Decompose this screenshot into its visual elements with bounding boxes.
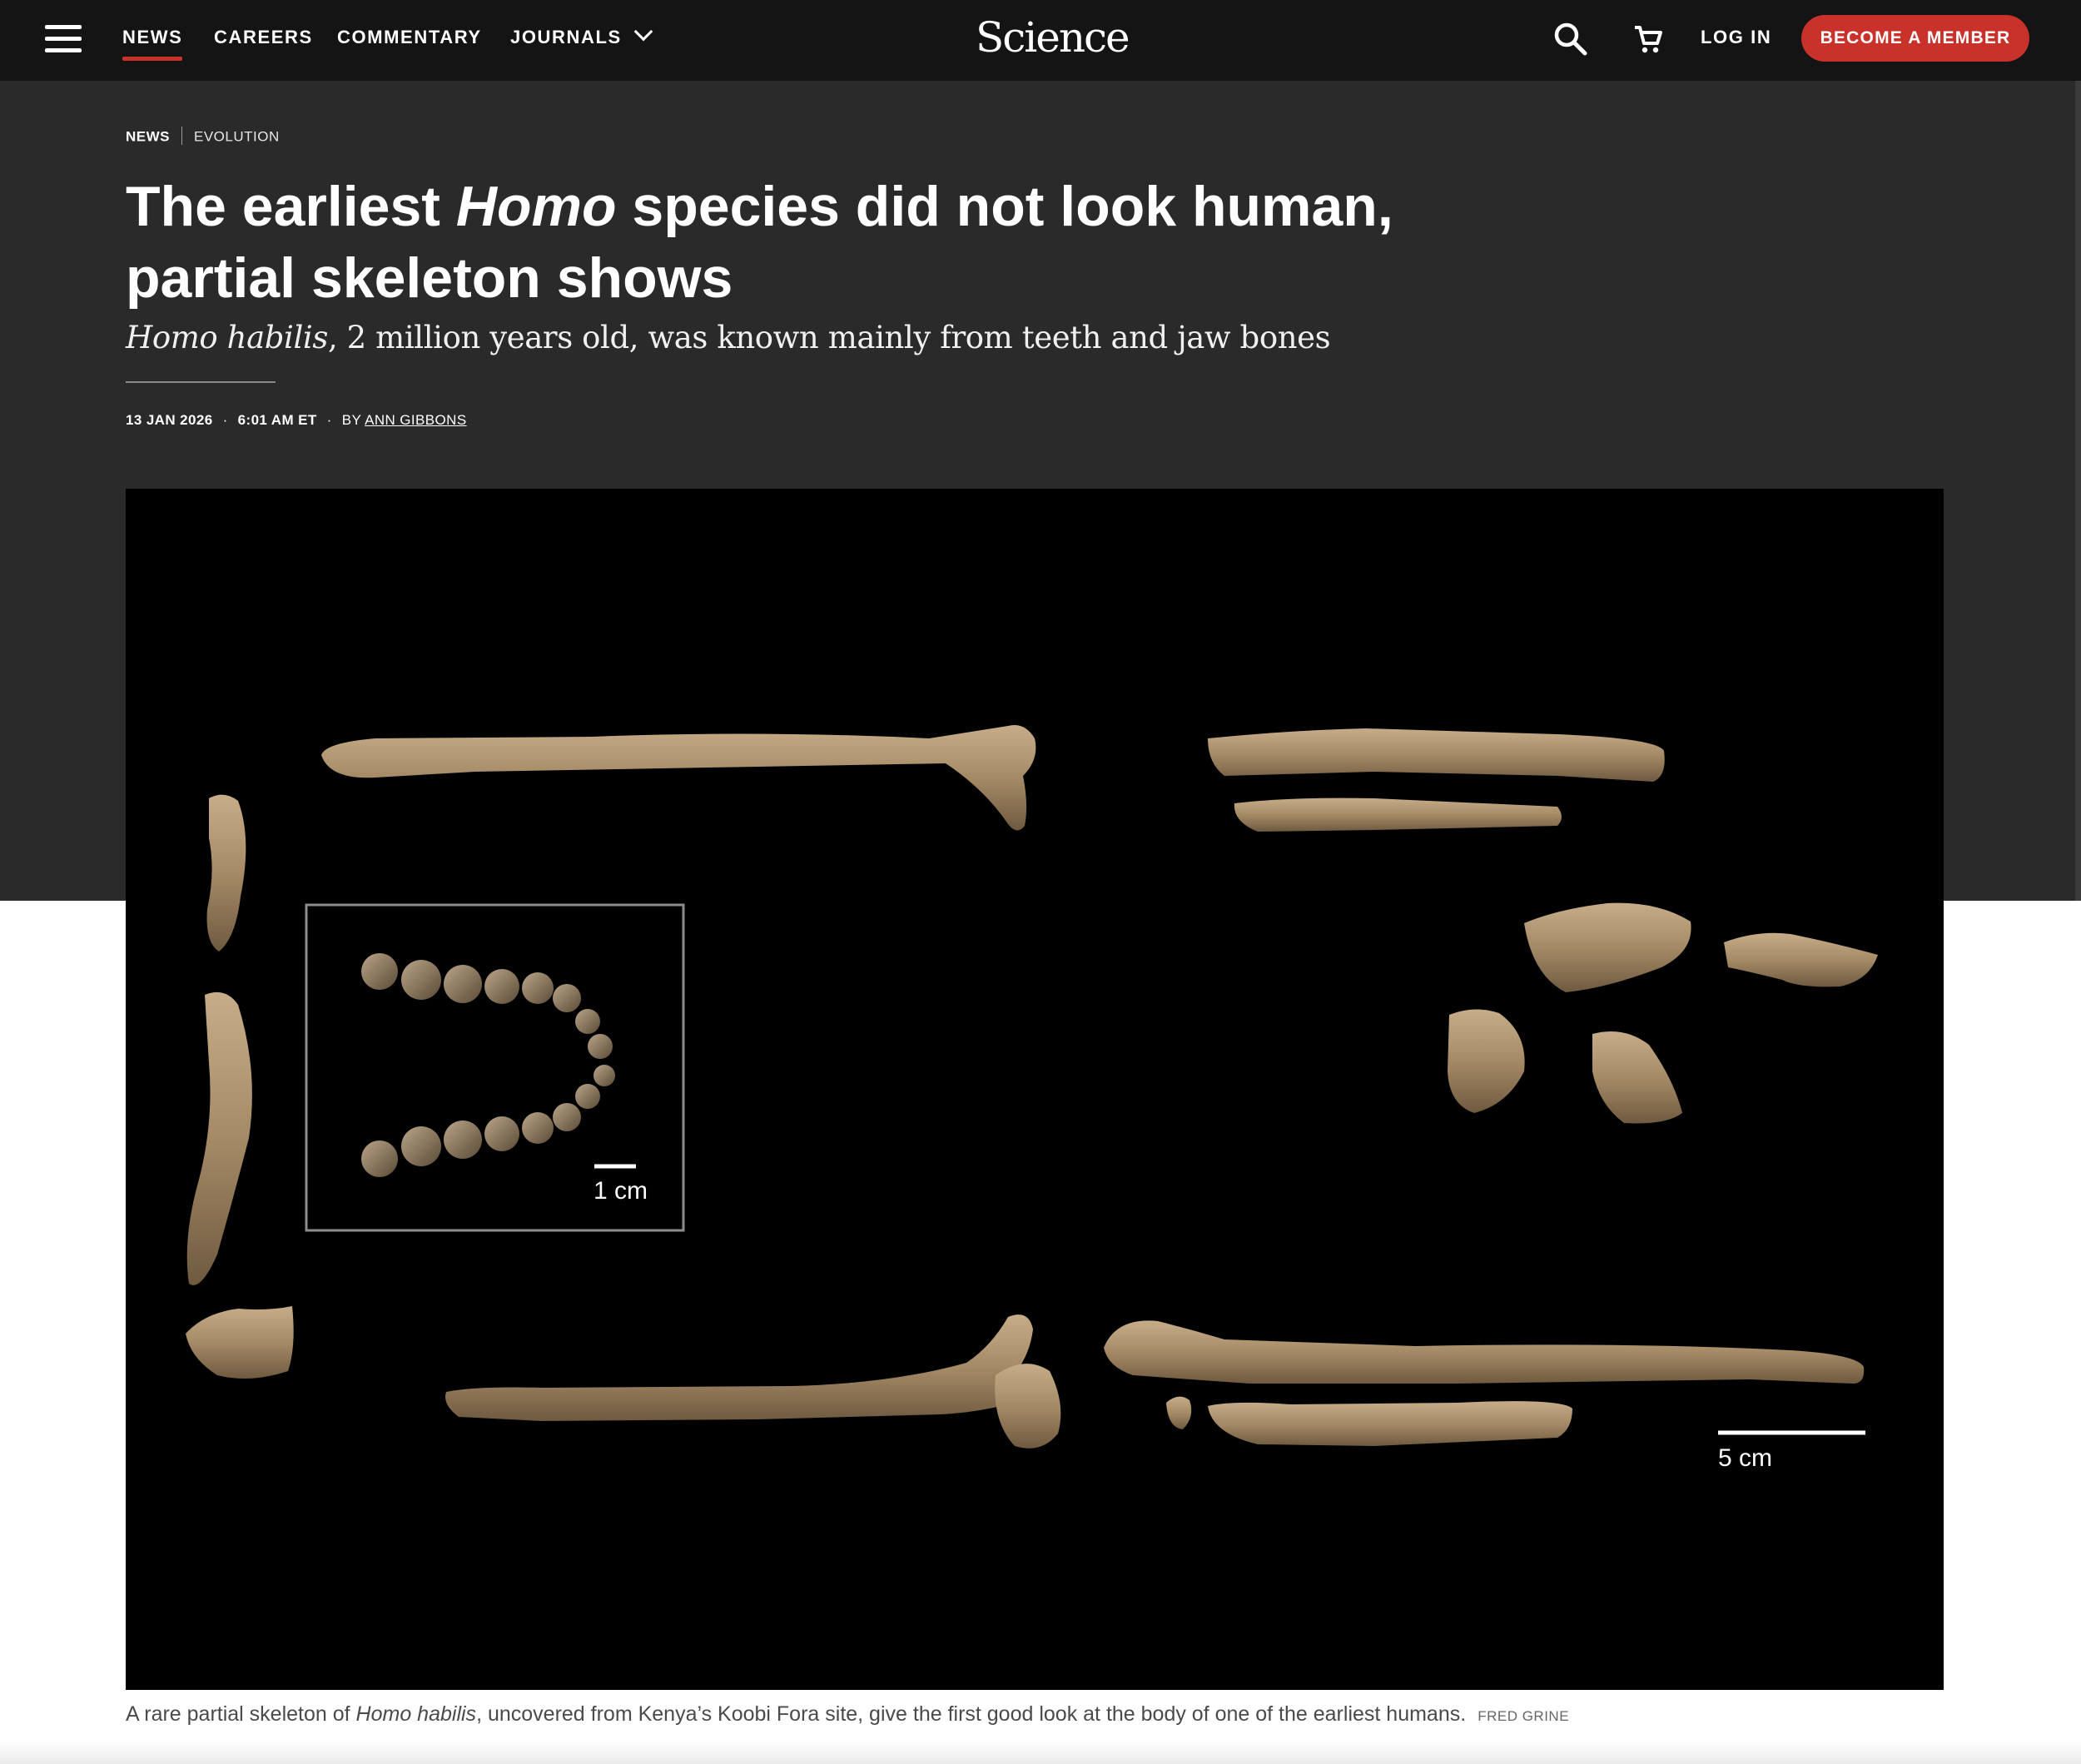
main-scale-label: 5 cm bbox=[1718, 1444, 1772, 1472]
article-image: 1 cm 5 cm bbox=[126, 489, 1944, 1690]
top-navigation: NEWS CAREERS COMMENTARY JOURNALS Science… bbox=[0, 0, 2081, 81]
divider bbox=[126, 381, 276, 383]
headline-text-1: The earliest bbox=[126, 175, 456, 238]
science-logo[interactable]: Science bbox=[976, 13, 1130, 62]
breadcrumb-news[interactable]: NEWS bbox=[126, 128, 170, 144]
dek-italic: Homo habilis bbox=[126, 320, 328, 355]
byline-prefix: BY bbox=[341, 412, 361, 428]
caption-italic: Homo habilis bbox=[355, 1702, 477, 1726]
nav-link-journals-label: JOURNALS bbox=[510, 27, 622, 47]
meta-dot: · bbox=[222, 412, 228, 428]
image-caption: A rare partial skeleton of Homo habilis,… bbox=[126, 1702, 1569, 1727]
article-dek: Homo habilis, 2 million years old, was k… bbox=[126, 320, 1331, 355]
author-link[interactable]: ANN GIBBONS bbox=[365, 412, 466, 428]
fossil-photo: 1 cm 5 cm bbox=[186, 725, 1878, 1472]
nav-link-careers[interactable]: CAREERS bbox=[214, 27, 313, 48]
nav-link-journals[interactable]: JOURNALS bbox=[510, 22, 653, 48]
menu-icon[interactable] bbox=[45, 25, 82, 53]
article-date: 13 JAN 2026 bbox=[126, 412, 213, 428]
become-member-button[interactable]: BECOME A MEMBER bbox=[1801, 15, 2029, 62]
headline-italic: Homo bbox=[455, 175, 617, 238]
nav-link-commentary[interactable]: COMMENTARY bbox=[337, 27, 482, 48]
article-time: 6:01 AM ET bbox=[237, 412, 317, 428]
page-bottom bbox=[0, 1740, 2081, 1764]
nav-link-news[interactable]: NEWS bbox=[122, 27, 183, 61]
caption-text-2: , uncovered from Kenya’s Koobi Fora site… bbox=[476, 1702, 1467, 1726]
breadcrumb: NEWS EVOLUTION bbox=[126, 127, 280, 147]
cart-icon[interactable] bbox=[1632, 23, 1664, 59]
scrollbar[interactable] bbox=[2075, 81, 2081, 901]
caption-text-1: A rare partial skeleton of bbox=[126, 1702, 356, 1726]
breadcrumb-divider bbox=[181, 127, 182, 145]
inset-scale-label: 1 cm bbox=[594, 1177, 648, 1205]
login-link[interactable]: LOG IN bbox=[1701, 27, 1771, 48]
teeth-row bbox=[361, 953, 615, 1177]
meta-dot: · bbox=[326, 412, 332, 428]
breadcrumb-evolution[interactable]: EVOLUTION bbox=[194, 128, 280, 144]
photo-credit: FRED GRINE bbox=[1478, 1708, 1570, 1724]
chevron-down-icon bbox=[633, 22, 653, 42]
search-icon[interactable] bbox=[1553, 22, 1588, 61]
article-headline: The earliest Homo species did not look h… bbox=[126, 171, 1424, 314]
article-meta: 13 JAN 2026 · 6:01 AM ET · BY ANN GIBBONS bbox=[126, 412, 467, 429]
dek-text: , 2 million years old, was known mainly … bbox=[327, 320, 1331, 355]
